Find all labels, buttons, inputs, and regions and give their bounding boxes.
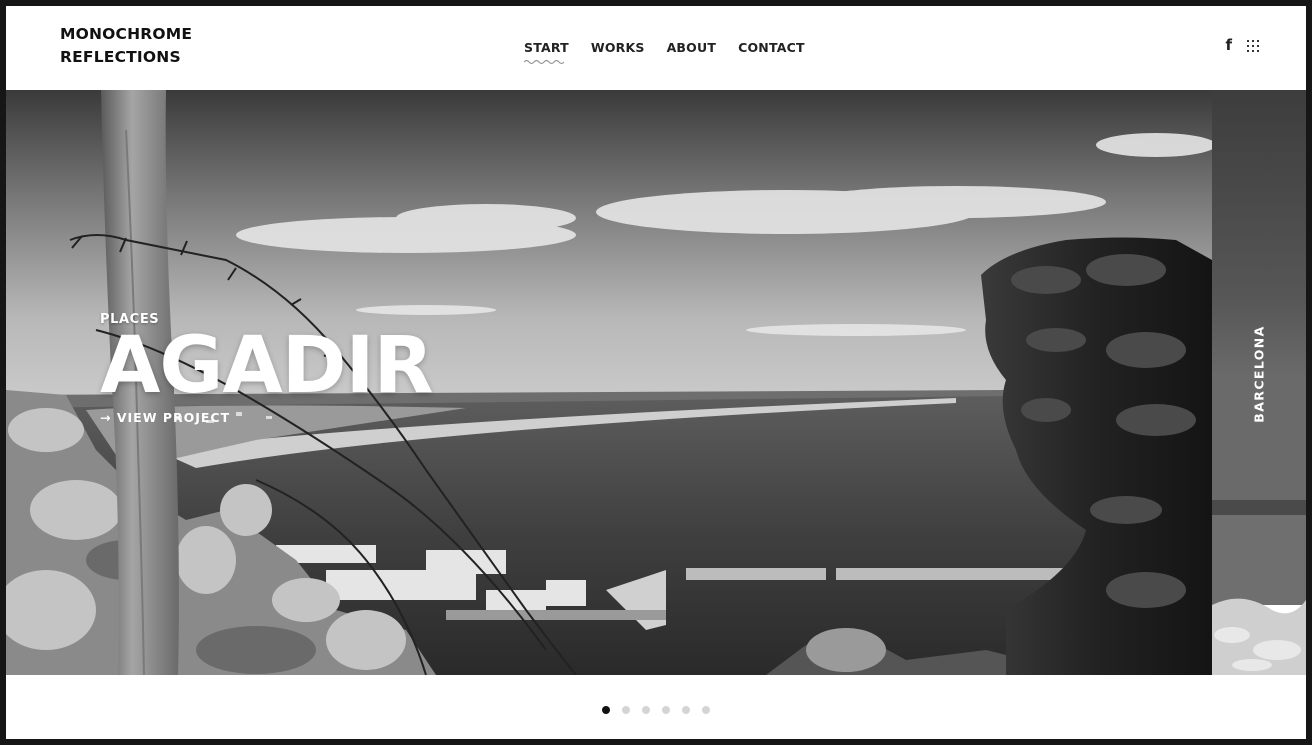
hero-slide: PLACES AGADIR → VIEW PROJECT	[6, 90, 1212, 675]
nav-start-label: START	[524, 40, 569, 55]
logo-line-2: REFLECTIONS	[60, 48, 181, 66]
main-nav: START WORKS ABOUT CONTACT	[524, 40, 805, 65]
hero-caption: PLACES AGADIR → VIEW PROJECT	[100, 312, 434, 427]
social-links: f	[1225, 38, 1260, 53]
logo-line-1: MONOCHROME	[60, 25, 193, 43]
next-slide-label: BARCELONA	[1251, 325, 1267, 423]
next-slide-preview[interactable]: BARCELONA	[1212, 90, 1306, 675]
pagination-dot[interactable]	[682, 706, 690, 714]
pagination-dot[interactable]	[602, 706, 610, 714]
nav-item-start[interactable]: START	[524, 40, 569, 65]
pagination-dot[interactable]	[622, 706, 630, 714]
pagination-dot[interactable]	[702, 706, 710, 714]
pagination-dot[interactable]	[642, 706, 650, 714]
site-header: MONOCHROME REFLECTIONS START WORKS ABOUT…	[6, 6, 1306, 90]
nav-contact-label: CONTACT	[738, 40, 805, 55]
active-underline	[524, 59, 564, 65]
nav-about-label: ABOUT	[666, 40, 717, 55]
facebook-icon[interactable]: f	[1225, 38, 1232, 53]
page: MONOCHROME REFLECTIONS START WORKS ABOUT…	[6, 6, 1306, 739]
site-logo[interactable]: MONOCHROME REFLECTIONS	[60, 23, 192, 69]
grid-dots-icon[interactable]	[1246, 39, 1260, 53]
nav-item-about[interactable]: ABOUT	[667, 40, 717, 55]
slider-pagination	[602, 706, 710, 714]
pagination-dot[interactable]	[662, 706, 670, 714]
nav-item-contact[interactable]: CONTACT	[738, 40, 805, 55]
view-project-link[interactable]: → VIEW PROJECT	[100, 410, 230, 425]
nav-item-works[interactable]: WORKS	[591, 40, 645, 55]
hero-title: AGADIR	[100, 321, 434, 411]
nav-works-label: WORKS	[590, 40, 645, 55]
